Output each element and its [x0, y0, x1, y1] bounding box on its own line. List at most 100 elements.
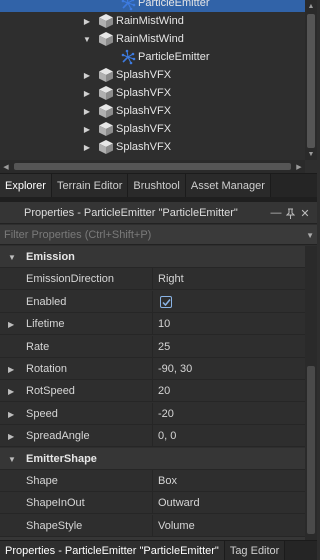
- chevron-right-icon[interactable]: ▶: [82, 102, 92, 120]
- properties-scroll-thumb[interactable]: [307, 366, 315, 534]
- tab-explorer[interactable]: Explorer: [0, 174, 52, 197]
- scroll-down-arrow-icon[interactable]: ▼: [305, 148, 317, 160]
- filter-dropdown-icon[interactable]: ▼: [306, 225, 314, 245]
- property-name: SpreadAngle: [26, 430, 90, 442]
- property-value[interactable]: -20: [158, 403, 174, 425]
- property-row[interactable]: ▶ Speed -20: [0, 403, 305, 425]
- property-row[interactable]: ▶ Rotation -90, 30: [0, 358, 305, 380]
- tab-terrain-editor[interactable]: Terrain Editor: [51, 174, 129, 197]
- chevron-right-icon[interactable]: ▶: [8, 358, 16, 380]
- scroll-up-arrow-icon[interactable]: ▲: [305, 0, 317, 12]
- column-divider[interactable]: [152, 403, 153, 425]
- properties-vertical-scrollbar[interactable]: [305, 246, 317, 540]
- tab-brushtool[interactable]: Brushtool: [128, 174, 186, 197]
- chevron-right-icon[interactable]: ▶: [8, 425, 16, 447]
- column-divider[interactable]: [152, 313, 153, 335]
- chevron-right-icon[interactable]: ▶: [8, 380, 16, 402]
- tree-row[interactable]: ParticleEmitter: [0, 0, 305, 12]
- property-category-label: Emission: [26, 251, 75, 263]
- chevron-right-icon[interactable]: ▶: [8, 313, 16, 335]
- tree-row[interactable]: ▶ SplashVFX: [0, 84, 305, 102]
- chevron-right-icon[interactable]: ▶: [82, 138, 92, 156]
- tab-tag-editor[interactable]: Tag Editor: [224, 541, 286, 560]
- property-row[interactable]: Rate 25: [0, 336, 305, 358]
- chevron-right-icon[interactable]: ▶: [82, 84, 92, 102]
- property-value[interactable]: Box: [158, 470, 177, 492]
- property-name: Shape: [26, 475, 58, 487]
- property-value[interactable]: 10: [158, 313, 170, 335]
- tree-row[interactable]: ▼ RainMistWind: [0, 30, 305, 48]
- tree-row[interactable]: ▶ SplashVFX: [0, 102, 305, 120]
- tab-properties[interactable]: Properties - ParticleEmitter "ParticleEm…: [0, 541, 225, 560]
- checkmark-icon: [162, 299, 171, 307]
- tree-row[interactable]: ParticleEmitter: [0, 48, 305, 66]
- chevron-right-icon[interactable]: ▶: [8, 403, 16, 425]
- property-row[interactable]: ▶ RotSpeed 20: [0, 380, 305, 402]
- chevron-right-icon[interactable]: ▶: [82, 12, 92, 30]
- part-cube-icon: [98, 85, 114, 101]
- tree-row[interactable]: ▶ RainMistWind: [0, 12, 305, 30]
- explorer-panel: ParticleEmitter ▶ RainMistWind ▼ RainMistWin…: [0, 0, 317, 173]
- tree-row[interactable]: ▶ SplashVFX: [0, 138, 305, 156]
- property-row[interactable]: ShapeInOut Outward: [0, 492, 305, 514]
- property-value[interactable]: Outward: [158, 492, 200, 514]
- column-divider[interactable]: [152, 492, 153, 514]
- enabled-checkbox[interactable]: [160, 296, 172, 308]
- tree-row[interactable]: ▶ SplashVFX: [0, 66, 305, 84]
- explorer-vertical-scrollbar[interactable]: ▲ ▼: [305, 0, 317, 160]
- column-divider[interactable]: [152, 291, 153, 313]
- property-name: Speed: [26, 408, 58, 420]
- part-cube-icon: [98, 67, 114, 83]
- property-name: Rate: [26, 341, 50, 353]
- property-row[interactable]: ▶ SpreadAngle 0, 0: [0, 425, 305, 447]
- property-name: ShapeStyle: [26, 520, 83, 532]
- property-name: Lifetime: [26, 318, 65, 330]
- property-value[interactable]: 20: [158, 380, 170, 402]
- property-value[interactable]: -90, 30: [158, 358, 192, 380]
- column-divider[interactable]: [152, 268, 153, 290]
- property-row[interactable]: ▶ Lifetime 10: [0, 313, 305, 335]
- property-value[interactable]: 0, 0: [158, 425, 176, 447]
- explorer-tree: ParticleEmitter ▶ RainMistWind ▼ RainMistWin…: [0, 0, 305, 160]
- tab-asset-manager[interactable]: Asset Manager: [185, 174, 271, 197]
- property-name: Rotation: [26, 363, 67, 375]
- tree-row[interactable]: ▶ SplashVFX: [0, 120, 305, 138]
- property-value[interactable]: 25: [158, 336, 170, 358]
- property-category-row[interactable]: ▼ EmitterShape: [0, 448, 305, 470]
- filter-properties-input[interactable]: [4, 227, 299, 243]
- property-name: ShapeInOut: [26, 497, 85, 509]
- column-divider[interactable]: [152, 425, 153, 447]
- part-cube-icon: [98, 103, 114, 119]
- part-cube-icon: [98, 31, 114, 47]
- chevron-down-icon[interactable]: ▼: [8, 246, 16, 268]
- property-category-row[interactable]: ▼ Emission: [0, 246, 305, 268]
- column-divider[interactable]: [152, 336, 153, 358]
- scroll-left-arrow-icon[interactable]: ◀: [0, 160, 12, 173]
- chevron-down-icon[interactable]: ▼: [8, 448, 16, 470]
- tree-row-label: RainMistWind: [116, 15, 184, 27]
- chevron-right-icon[interactable]: ▶: [82, 66, 92, 84]
- column-divider[interactable]: [152, 470, 153, 492]
- chevron-down-icon[interactable]: ▼: [82, 30, 92, 48]
- close-icon[interactable]: ✕: [299, 202, 311, 224]
- tree-row-label: SplashVFX: [116, 105, 172, 117]
- property-row[interactable]: Shape Box: [0, 470, 305, 492]
- column-divider[interactable]: [152, 380, 153, 402]
- property-name: EmissionDirection: [26, 273, 115, 285]
- pin-icon[interactable]: [284, 202, 296, 224]
- property-row[interactable]: ShapeStyle Volume: [0, 515, 305, 537]
- explorer-horizontal-scrollbar[interactable]: ◀ ▶: [0, 160, 305, 173]
- property-value[interactable]: Right: [158, 268, 184, 290]
- property-value[interactable]: Volume: [158, 515, 195, 537]
- part-cube-icon: [98, 121, 114, 137]
- column-divider[interactable]: [152, 358, 153, 380]
- tree-row-label: SplashVFX: [116, 123, 172, 135]
- property-row[interactable]: Enabled: [0, 291, 305, 313]
- minimize-icon[interactable]: —: [270, 202, 282, 224]
- explorer-vertical-scroll-thumb[interactable]: [307, 14, 315, 148]
- chevron-right-icon[interactable]: ▶: [82, 120, 92, 138]
- explorer-horizontal-scroll-thumb[interactable]: [14, 163, 291, 170]
- scroll-right-arrow-icon[interactable]: ▶: [293, 160, 305, 173]
- column-divider[interactable]: [152, 515, 153, 537]
- property-row[interactable]: EmissionDirection Right: [0, 268, 305, 290]
